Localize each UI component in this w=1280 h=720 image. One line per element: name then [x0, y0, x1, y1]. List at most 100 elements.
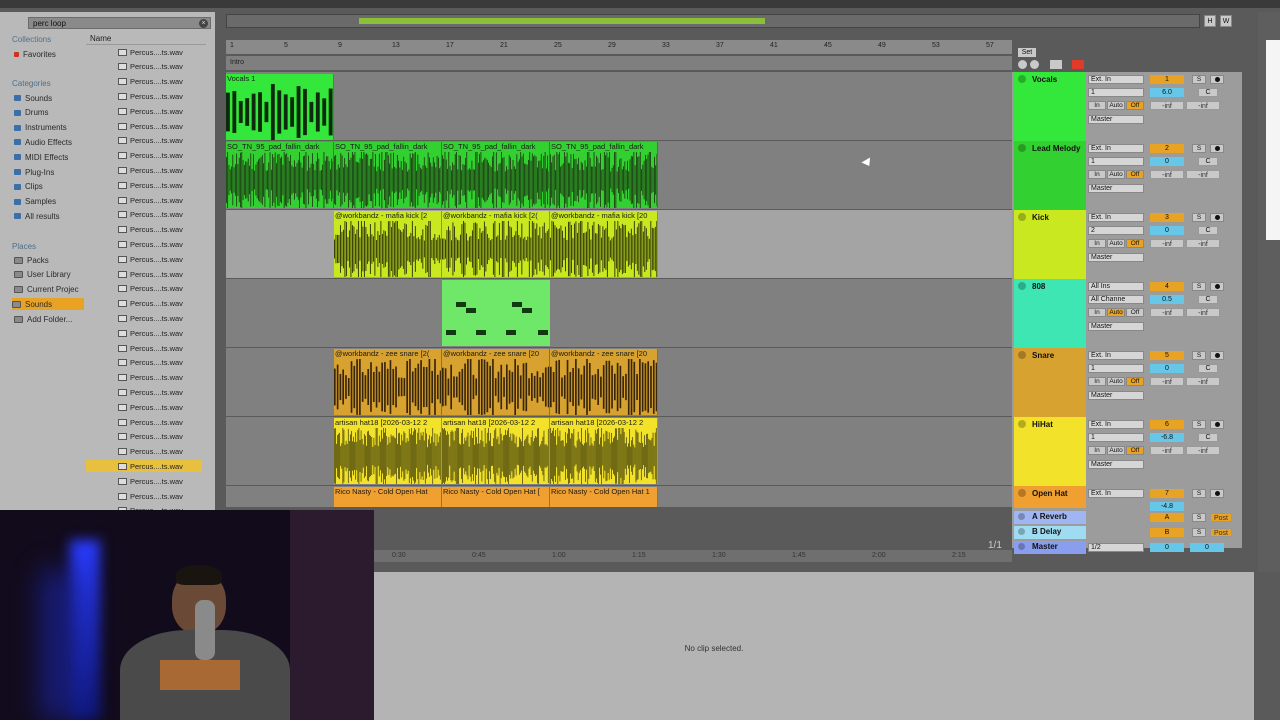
track-activator[interactable]: 7 [1150, 489, 1184, 498]
sidebar-item-all-results[interactable]: All results [14, 210, 60, 222]
audio-clip[interactable]: SO_TN_95_pad_fallin_dark [334, 142, 442, 208]
pan-knob[interactable]: C [1198, 364, 1218, 373]
track-name-header[interactable]: Kick [1014, 210, 1086, 279]
sidebar-item-plug-ins[interactable]: Plug-Ins [14, 166, 54, 178]
input-type-select[interactable]: Ext. In [1088, 420, 1144, 429]
solo-button[interactable]: S [1192, 351, 1206, 360]
arrow-icon[interactable] [1050, 60, 1062, 69]
audio-clip[interactable]: artisan hat18 [2026-03-12 2 [550, 418, 658, 484]
sidebar-place-add-folder-[interactable]: Add Folder... [14, 313, 72, 325]
width-button[interactable]: W [1220, 15, 1232, 27]
monitor-option[interactable]: Auto [1107, 101, 1125, 110]
output-select[interactable]: Master [1088, 391, 1144, 400]
send-b-field[interactable]: -inf [1186, 101, 1220, 110]
solo-button[interactable]: S [1192, 75, 1206, 84]
locator-intro[interactable]: Intro [230, 59, 244, 66]
pan-knob[interactable]: C [1198, 226, 1218, 235]
output-select[interactable]: Master [1088, 460, 1144, 469]
monitor-option[interactable]: Auto [1107, 446, 1125, 455]
set-locator-button[interactable]: Set [1018, 48, 1036, 57]
locator-bar[interactable]: Intro [226, 56, 1012, 70]
track-activator[interactable]: 2 [1150, 144, 1184, 153]
file-list-item[interactable]: Percus....ts.wav [118, 120, 208, 132]
file-list-item[interactable]: Percus....ts.wav [118, 475, 208, 487]
openhat-clip[interactable]: Rico Nasty - Cold Open Hat [ [442, 487, 550, 507]
track-name-header[interactable]: Open Hat [1014, 486, 1086, 508]
file-list-item[interactable]: Percus....ts.wav [118, 342, 208, 354]
fold-icon[interactable] [1018, 351, 1026, 359]
audio-clip[interactable]: SO_TN_95_pad_fallin_dark [226, 142, 334, 208]
close-icon[interactable]: × [199, 19, 208, 28]
input-type-select[interactable]: Ext. In [1088, 213, 1144, 222]
pan-knob[interactable]: C [1198, 295, 1218, 304]
sidebar-place-user-library[interactable]: User Library [14, 269, 71, 281]
return-track-header[interactable]: B Delay [1014, 526, 1086, 539]
search-input[interactable]: perc loop × [28, 17, 211, 29]
monitor-switch[interactable]: In Auto Off [1088, 377, 1144, 386]
input-type-select[interactable]: Ext. In [1088, 144, 1144, 153]
input-channel-select[interactable]: 1 [1088, 433, 1144, 442]
sidebar-item-instruments[interactable]: Instruments [14, 122, 67, 134]
send-b-field[interactable]: -inf [1186, 239, 1220, 248]
bar-ruler[interactable]: 1 5 9 13 17 21 25 29 33 37 41 45 49 53 57 [226, 40, 1012, 54]
file-list-item[interactable]: Percus....ts.wav [118, 446, 208, 458]
solo-button[interactable]: S [1192, 513, 1206, 522]
return-letter[interactable]: B [1150, 528, 1184, 537]
monitor-switch[interactable]: In Auto Off [1088, 308, 1144, 317]
solo-button[interactable]: S [1192, 144, 1206, 153]
post-switch[interactable]: Post [1210, 528, 1232, 537]
send-b-field[interactable]: -inf [1186, 170, 1220, 179]
file-list-item[interactable]: Percus....ts.wav [118, 416, 208, 428]
monitor-option[interactable]: Auto [1107, 239, 1125, 248]
openhat-clip[interactable]: Rico Nasty - Cold Open Hat 1 [550, 487, 658, 507]
arm-button[interactable] [1210, 213, 1224, 222]
sidebar-item-drums[interactable]: Drums [14, 107, 49, 119]
track-name-header[interactable]: 808 [1014, 279, 1086, 348]
monitor-option[interactable]: In [1088, 101, 1106, 110]
file-list-item[interactable]: Percus....ts.wav [118, 268, 208, 280]
record-icon[interactable] [1072, 60, 1084, 69]
monitor-option[interactable]: In [1088, 239, 1106, 248]
file-list-item[interactable]: Percus....ts.wav [118, 298, 208, 310]
arrangement-overview[interactable] [226, 14, 1200, 28]
monitor-option[interactable]: Off [1126, 308, 1144, 317]
output-select[interactable]: Master [1088, 184, 1144, 193]
track-name-header[interactable]: Lead Melody [1014, 141, 1086, 210]
send-a-field[interactable]: -inf [1150, 239, 1184, 248]
monitor-option[interactable]: Auto [1107, 308, 1125, 317]
volume-field[interactable]: 0 [1150, 226, 1184, 235]
audio-clip[interactable]: @workbandz - mafia kick [20 [550, 211, 658, 277]
send-a-field[interactable]: -inf [1150, 101, 1184, 110]
volume-field[interactable]: -6.8 [1150, 433, 1184, 442]
midi-clip[interactable] [442, 280, 550, 346]
forward-icon[interactable] [1030, 60, 1039, 69]
monitor-option[interactable]: In [1088, 377, 1106, 386]
fold-icon[interactable] [1018, 543, 1025, 550]
input-channel-select[interactable]: 1 [1088, 157, 1144, 166]
track-name-header[interactable]: HiHat [1014, 417, 1086, 486]
sidebar-place-sounds[interactable]: Sounds [12, 298, 84, 311]
file-list-item[interactable]: Percus....ts.wav [118, 224, 208, 236]
sidebar-place-current-projec[interactable]: Current Projec [14, 284, 79, 296]
arm-button[interactable] [1210, 144, 1224, 153]
monitor-switch[interactable]: In Auto Off [1088, 446, 1144, 455]
audio-clip[interactable]: SO_TN_95_pad_fallin_dark [442, 142, 550, 208]
file-list-item[interactable]: Percus....ts.wav [118, 209, 208, 221]
file-list-item[interactable]: Percus....ts.wav [118, 401, 208, 413]
back-icon[interactable] [1018, 60, 1027, 69]
track-activator[interactable]: 5 [1150, 351, 1184, 360]
file-list-item[interactable]: Percus....ts.wav [118, 283, 208, 295]
monitor-option[interactable]: Off [1126, 101, 1144, 110]
fold-icon[interactable] [1018, 144, 1026, 152]
input-type-select[interactable]: Ext. In [1088, 351, 1144, 360]
arm-button[interactable] [1210, 282, 1224, 291]
output-select[interactable]: Master [1088, 253, 1144, 262]
solo-button[interactable]: S [1192, 528, 1206, 537]
volume-field[interactable]: -4.8 [1150, 502, 1184, 511]
solo-button[interactable]: S [1192, 489, 1206, 498]
audio-clip[interactable]: SO_TN_95_pad_fallin_dark [550, 142, 658, 208]
track-name-header[interactable]: Snare [1014, 348, 1086, 417]
volume-field[interactable]: 6.0 [1150, 88, 1184, 97]
master-pan-field[interactable]: 0 [1190, 543, 1224, 552]
arm-button[interactable] [1210, 351, 1224, 360]
